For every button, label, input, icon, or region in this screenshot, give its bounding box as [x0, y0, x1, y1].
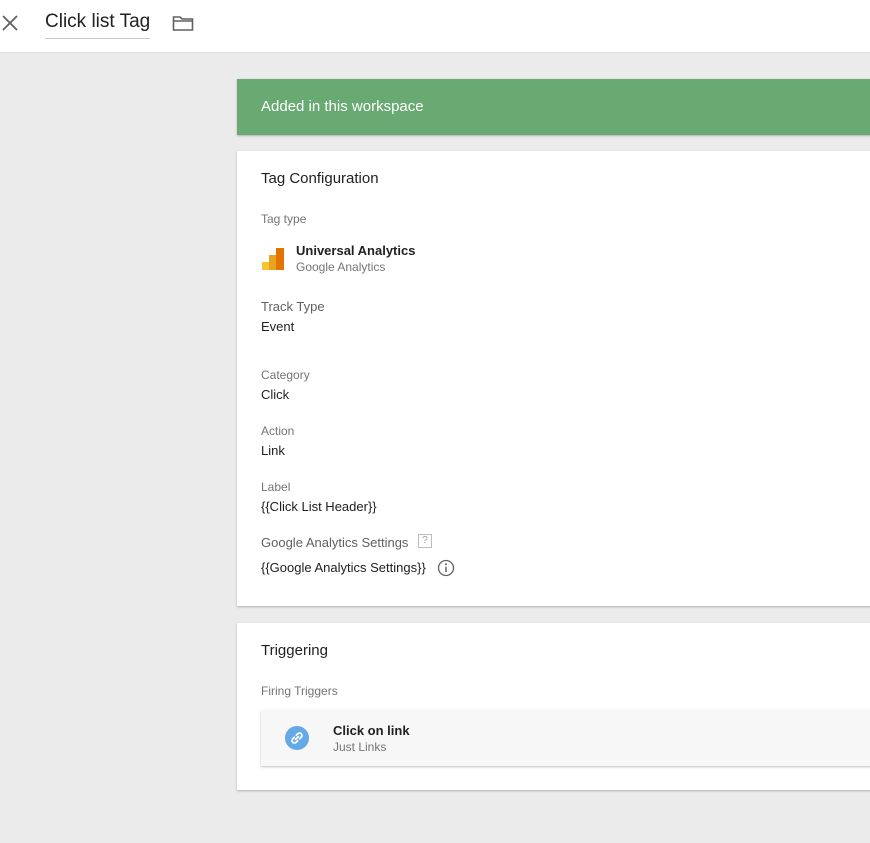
- triggering-title: Triggering: [261, 642, 328, 659]
- label-value: {{Click List Header}}: [261, 499, 377, 514]
- banner-text: Added in this workspace: [261, 98, 424, 115]
- tag-configuration-card[interactable]: Tag Configuration Tag type Universal Ana…: [237, 151, 870, 606]
- triggering-card[interactable]: Triggering Firing Triggers Click on link…: [237, 623, 870, 790]
- tag-type-name: Universal Analytics: [296, 243, 416, 258]
- action-label: Action: [261, 424, 295, 438]
- close-icon[interactable]: [1, 14, 19, 32]
- trigger-type: Just Links: [333, 740, 387, 754]
- help-icon[interactable]: ?: [418, 534, 432, 548]
- folder-icon[interactable]: [172, 14, 194, 32]
- tag-type-provider: Google Analytics: [296, 260, 386, 274]
- category-value: Click: [261, 387, 290, 402]
- ga-settings-label: Google Analytics Settings: [261, 535, 409, 550]
- tag-name-title[interactable]: Click list Tag: [45, 11, 151, 39]
- track-type-label: Track Type: [261, 299, 325, 314]
- firing-triggers-label: Firing Triggers: [261, 684, 338, 698]
- track-type-value: Event: [261, 319, 295, 334]
- category-label: Category: [261, 368, 310, 382]
- link-icon: [285, 726, 309, 750]
- tag-type-label: Tag type: [261, 212, 307, 226]
- info-icon[interactable]: [437, 559, 455, 577]
- action-value: Link: [261, 443, 285, 458]
- google-analytics-icon: [262, 248, 284, 270]
- top-bar: Click list Tag: [0, 0, 870, 53]
- tag-configuration-title: Tag Configuration: [261, 170, 379, 187]
- workspace-status-banner: Added in this workspace: [237, 79, 870, 135]
- label-label: Label: [261, 480, 291, 494]
- trigger-item-click-on-link[interactable]: Click on link Just Links: [261, 710, 870, 766]
- trigger-name: Click on link: [333, 723, 410, 738]
- ga-settings-value: {{Google Analytics Settings}}: [261, 560, 426, 575]
